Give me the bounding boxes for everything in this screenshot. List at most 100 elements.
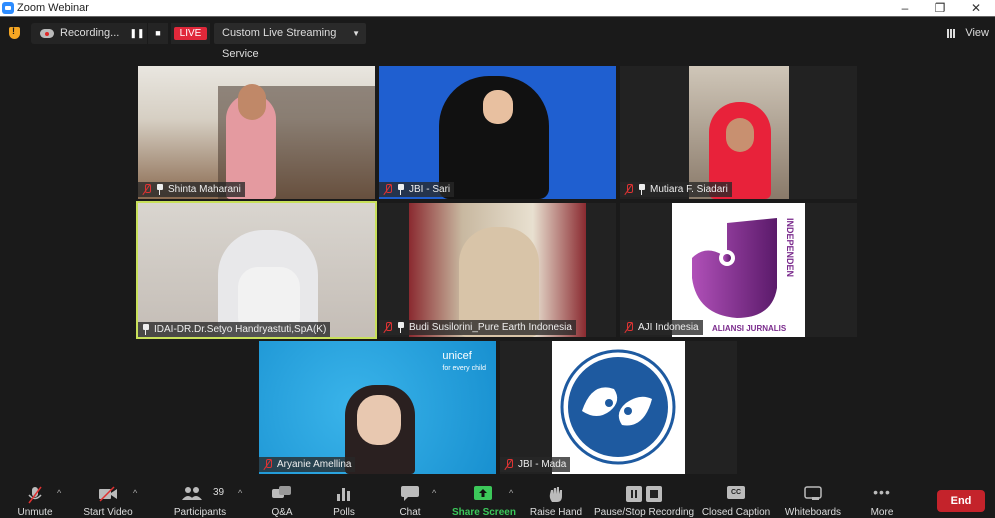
polls-icon [337, 488, 350, 501]
audio-options-caret[interactable]: ^ [57, 488, 61, 498]
qa-button[interactable]: Q&A [262, 476, 302, 518]
pin-icon [638, 184, 646, 195]
cc-icon: CC [727, 486, 745, 499]
pin-icon [397, 322, 405, 333]
more-button[interactable]: ••• More [862, 476, 902, 518]
video-tile[interactable]: JBI - Sari [379, 66, 616, 199]
minimize-button[interactable]: – [890, 0, 920, 17]
sign-language-logo [552, 341, 685, 474]
video-tile-active-speaker[interactable]: IDAI-DR.Dr.Setyo Handryastuti,SpA(K) [136, 201, 377, 339]
participant-name: Aryanie Amellina [277, 459, 352, 470]
video-tile[interactable]: Mutiara F. Siadari [620, 66, 857, 199]
video-tile[interactable]: Shinta Maharani [138, 66, 375, 199]
live-stream-service-dropdown[interactable]: Custom Live Streaming Service ▼ [214, 23, 366, 60]
participant-name-tag: AJI Indonesia [620, 320, 703, 335]
share-options-caret[interactable]: ^ [509, 488, 513, 498]
window-title: Zoom Webinar [17, 2, 89, 14]
restore-button[interactable]: ❐ [925, 0, 955, 17]
svg-text:INDEPENDEN: INDEPENDEN [785, 218, 795, 277]
unicef-subtitle: for every child [442, 365, 486, 372]
raise-hand-label: Raise Hand [529, 507, 583, 518]
participant-name-tag: Aryanie Amellina [259, 457, 356, 472]
grid-icon [947, 29, 956, 38]
polls-label: Polls [333, 507, 355, 518]
participant-name-tag: JBI - Mada [500, 457, 571, 472]
closed-caption-button[interactable]: CC Closed Caption [701, 476, 771, 518]
whiteboard-icon [804, 486, 822, 500]
unmute-label: Unmute [17, 507, 53, 518]
pause-stop-icon [626, 486, 662, 502]
chat-label: Chat [399, 507, 421, 518]
stream-service-label: Custom Live Streaming Service [222, 27, 337, 60]
mic-muted-icon [263, 459, 273, 470]
recording-status: Recording... [60, 27, 120, 39]
participant-name-tag: IDAI-DR.Dr.Setyo Handryastuti,SpA(K) [138, 322, 331, 337]
participant-name: IDAI-DR.Dr.Setyo Handryastuti,SpA(K) [154, 324, 327, 335]
video-options-caret[interactable]: ^ [133, 488, 137, 498]
participant-name-tag: Budi Susilorini_Pure Earth Indonesia [379, 320, 576, 335]
more-icon: ••• [873, 484, 891, 500]
meeting-toolbar: Unmute ^ Start Video ^ 39 Participants ^… [0, 476, 995, 518]
video-tile[interactable]: INDEPENDEN ALIANSI JURNALIS AJI Indonesi… [620, 203, 857, 337]
pin-icon [156, 184, 164, 195]
mic-muted-icon [624, 322, 634, 333]
participant-video [138, 203, 375, 337]
participant-name-tag: JBI - Sari [379, 182, 455, 197]
chevron-down-icon: ▼ [352, 29, 360, 38]
shield-icon[interactable] [9, 26, 20, 39]
participant-video [138, 66, 375, 199]
mic-muted-icon [504, 459, 514, 470]
qa-icon [272, 486, 291, 498]
end-meeting-button[interactable]: End [937, 490, 985, 512]
participant-name: AJI Indonesia [638, 322, 699, 333]
participant-name: Mutiara F. Siadari [650, 184, 728, 195]
close-button[interactable]: ✕ [961, 0, 991, 17]
participant-name: JBI - Mada [518, 459, 567, 470]
video-tile[interactable]: unicef for every child Aryanie Amellina [259, 341, 496, 474]
unmute-button[interactable]: Unmute [12, 476, 58, 518]
title-bar: Zoom Webinar – ❐ ✕ [0, 0, 995, 17]
whiteboards-button[interactable]: Whiteboards [782, 476, 844, 518]
participant-video [689, 66, 789, 199]
participants-button[interactable]: 39 Participants [172, 476, 228, 518]
mic-muted-icon [28, 486, 42, 504]
closed-caption-label: Closed Caption [701, 507, 771, 518]
participant-name-tag: Shinta Maharani [138, 182, 245, 197]
pause-stop-recording-label: Pause/Stop Recording [594, 507, 695, 518]
share-screen-icon [474, 486, 492, 500]
pause-stop-recording-button[interactable]: Pause/Stop Recording [594, 476, 694, 518]
pause-recording-button[interactable]: ❚❚ [127, 23, 147, 44]
participant-video [379, 66, 616, 199]
video-tile[interactable]: JBI - Mada [500, 341, 737, 474]
whiteboards-label: Whiteboards [784, 507, 842, 518]
video-tile[interactable]: Budi Susilorini_Pure Earth Indonesia [379, 203, 616, 337]
unicef-title: unicef [442, 350, 472, 362]
share-screen-button[interactable]: Share Screen [452, 476, 516, 518]
start-video-label: Start Video [83, 507, 133, 518]
stop-recording-button[interactable]: ■ [148, 23, 168, 44]
view-button[interactable]: View [947, 23, 989, 44]
participants-count: 39 [213, 487, 225, 498]
participant-name: Budi Susilorini_Pure Earth Indonesia [409, 322, 572, 333]
participant-name: Shinta Maharani [168, 184, 241, 195]
participants-icon [182, 487, 202, 500]
mic-muted-icon [383, 322, 393, 333]
mic-muted-icon [142, 184, 152, 195]
start-video-button[interactable]: Start Video [80, 476, 136, 518]
chat-options-caret[interactable]: ^ [432, 488, 436, 498]
qa-label: Q&A [271, 507, 293, 518]
participants-options-caret[interactable]: ^ [238, 488, 242, 498]
live-badge: LIVE [174, 27, 207, 40]
share-screen-label: Share Screen [452, 507, 516, 518]
view-label: View [965, 27, 989, 39]
cloud-recording-icon [40, 29, 54, 38]
unicef-overlay: unicef for every child [442, 350, 486, 372]
pin-icon [397, 184, 405, 195]
chat-button[interactable]: Chat [392, 476, 428, 518]
pin-icon [142, 324, 150, 335]
svg-text:ALIANSI JURNALIS: ALIANSI JURNALIS [712, 324, 787, 333]
raise-hand-button[interactable]: Raise Hand [528, 476, 584, 518]
polls-button[interactable]: Polls [326, 476, 362, 518]
more-label: More [870, 507, 894, 518]
video-off-icon [99, 486, 117, 502]
